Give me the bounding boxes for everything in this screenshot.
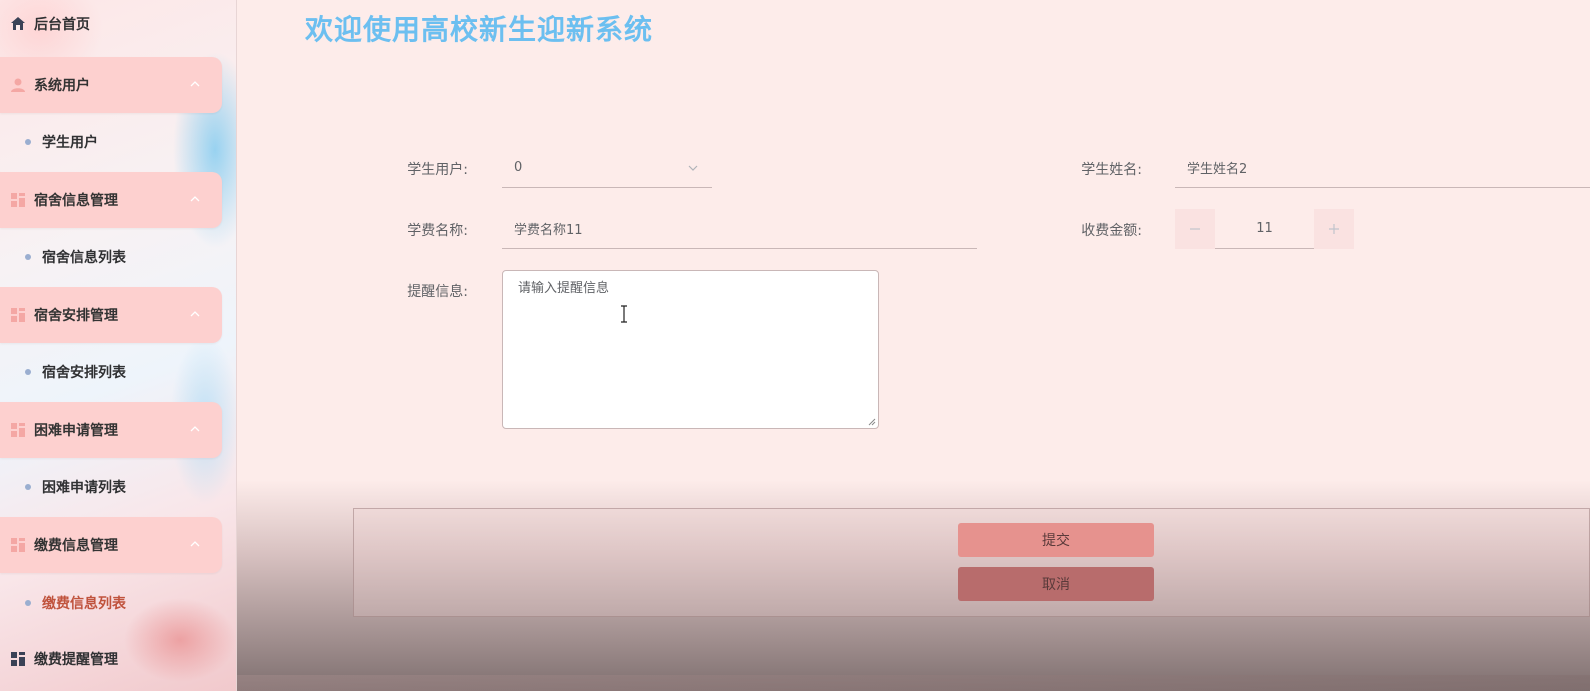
bullet-icon [25, 600, 31, 606]
sidebar-item-home[interactable]: 后台首页 [0, 10, 90, 38]
bottom-strip [237, 675, 1590, 691]
chevron-down-icon [688, 165, 698, 171]
reminder-label: 提醒信息: [407, 284, 468, 300]
sidebar-item-label: 宿舍安排列表 [42, 365, 126, 381]
sidebar-item-dorm-info-list[interactable]: 宿舍信息列表 [0, 237, 222, 277]
sidebar-group-hardship[interactable]: 困难申请管理 [0, 402, 222, 458]
fee-name-field[interactable] [502, 209, 977, 249]
page-title: 欢迎使用高校新生迎新系统 [305, 13, 654, 46]
sidebar-item-label: 宿舍信息列表 [42, 250, 126, 266]
sidebar-item-dorm-arrange-list[interactable]: 宿舍安排列表 [0, 352, 222, 392]
sidebar-item-label: 缴费信息列表 [42, 596, 126, 612]
reminder-textarea[interactable] [518, 277, 863, 422]
sidebar-item-label: 困难申请列表 [42, 480, 126, 496]
sidebar-group-label: 缴费信息管理 [34, 538, 118, 554]
student-name-label: 学生姓名: [1081, 162, 1142, 178]
grid-icon [11, 193, 25, 207]
sidebar-group-payment[interactable]: 缴费信息管理 [0, 517, 222, 573]
sidebar-group-system-users[interactable]: 系统用户 [0, 57, 222, 113]
student-user-select[interactable]: 0 [502, 148, 712, 188]
bullet-icon [25, 484, 31, 490]
sidebar-item-payment-list[interactable]: 缴费信息列表 [0, 583, 222, 623]
bullet-icon [25, 139, 31, 145]
sidebar-group-payment-reminder[interactable]: 缴费提醒管理 [0, 645, 222, 673]
grid-icon [11, 308, 25, 322]
sidebar-group-label: 宿舍信息管理 [34, 193, 118, 209]
student-user-value: 0 [514, 160, 523, 175]
sidebar-item-label: 学生用户 [42, 135, 98, 151]
student-name-input[interactable] [1187, 160, 1590, 175]
fee-name-label: 学费名称: [407, 223, 468, 239]
plus-icon [1329, 224, 1339, 234]
sidebar-item-label: 后台首页 [34, 17, 90, 33]
decrease-button[interactable] [1175, 209, 1215, 249]
sidebar-group-label: 困难申请管理 [34, 423, 118, 439]
chevron-up-icon [190, 311, 200, 317]
sidebar-group-label: 宿舍安排管理 [34, 308, 118, 324]
amount-stepper: 11 [1175, 209, 1354, 249]
sidebar-item-hardship-list[interactable]: 困难申请列表 [0, 467, 222, 507]
grid-icon [11, 652, 25, 666]
grid-icon [11, 538, 25, 552]
resize-handle-icon[interactable] [868, 418, 876, 426]
minus-icon [1190, 228, 1200, 230]
chevron-up-icon [190, 81, 200, 87]
cancel-button[interactable]: 取消 [958, 567, 1154, 601]
fee-name-input[interactable] [514, 221, 977, 236]
amount-label: 收费金额: [1081, 223, 1142, 239]
student-name-field[interactable] [1175, 148, 1590, 188]
text-cursor-icon [621, 305, 627, 323]
chevron-up-icon [190, 541, 200, 547]
home-icon [11, 17, 25, 30]
student-user-label: 学生用户: [407, 162, 468, 178]
grid-icon [11, 423, 25, 437]
sidebar-group-label: 缴费提醒管理 [34, 652, 118, 668]
user-icon [11, 78, 25, 92]
sidebar: 后台首页 系统用户 学生用户 宿舍信息管理 宿舍信息列表 宿舍安排管理 宿舍安排… [0, 0, 237, 691]
increase-button[interactable] [1314, 209, 1354, 249]
sidebar-group-label: 系统用户 [34, 78, 90, 94]
reminder-textarea-box [502, 270, 879, 429]
chevron-up-icon [190, 426, 200, 432]
bullet-icon [25, 369, 31, 375]
bullet-icon [25, 254, 31, 260]
sidebar-item-student-users[interactable]: 学生用户 [0, 122, 222, 162]
sidebar-group-dorm-info[interactable]: 宿舍信息管理 [0, 172, 222, 228]
amount-value[interactable]: 11 [1215, 209, 1314, 248]
submit-button[interactable]: 提交 [958, 523, 1154, 557]
chevron-up-icon [190, 196, 200, 202]
sidebar-group-dorm-arrange[interactable]: 宿舍安排管理 [0, 287, 222, 343]
